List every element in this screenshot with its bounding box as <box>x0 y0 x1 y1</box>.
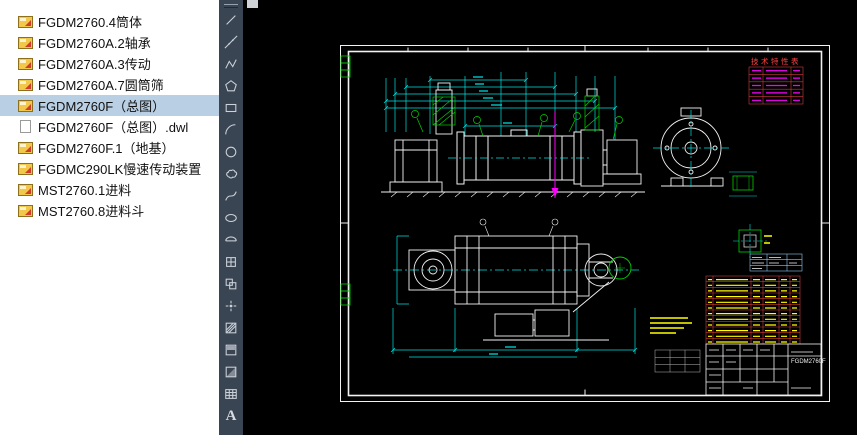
file-label: MST2760.1进料 <box>38 183 132 198</box>
file-label: FGDM2760F（总图） <box>38 99 166 114</box>
dwg-file-icon <box>18 15 33 28</box>
revision-cloud-icon <box>226 169 238 179</box>
cad-drawing: 技术特性表 FGDM2760F <box>340 45 830 402</box>
line-tool[interactable] <box>221 12 241 28</box>
file-label: FGDM2760A.2轴承 <box>38 36 151 51</box>
ellipse-icon <box>225 213 237 223</box>
hatch-tool[interactable] <box>221 320 241 336</box>
table-tool[interactable] <box>221 386 241 402</box>
polyline-icon <box>225 59 237 69</box>
aux-table <box>749 253 803 272</box>
dwg-file-icon <box>18 99 33 112</box>
drive-unit <box>580 88 642 187</box>
table-icon <box>225 389 237 399</box>
feeder <box>435 82 453 135</box>
title-block-number: FGDM2760F <box>791 359 826 365</box>
file-label: FGDM2760.4筒体 <box>38 15 143 30</box>
spec-text-marks <box>752 70 800 101</box>
rectangle-tool[interactable] <box>221 100 241 116</box>
file-list: FGDM2760.4筒体 FGDM2760A.2轴承 FGDM2760A.3传动 FG… <box>0 0 219 435</box>
file-label: FGDM2760F（总图）.dwl <box>38 120 189 135</box>
rectangle-icon <box>225 103 237 113</box>
aux-text-marks <box>752 257 797 269</box>
bom-grid-h <box>706 281 800 339</box>
drawing-canvas[interactable]: 技术特性表 FGDM2760F <box>243 0 857 435</box>
insert-block-tool[interactable] <box>221 254 241 270</box>
file-item[interactable]: FGDM2760A.2轴承 <box>0 32 219 53</box>
file-item[interactable]: MST2760.8进料斗 <box>0 200 219 221</box>
polyline-tool[interactable] <box>221 56 241 72</box>
spline-icon <box>225 191 237 201</box>
detail-b <box>733 224 772 258</box>
file-label: FGDMC290LK慢速传动装置 <box>38 162 202 177</box>
region-icon <box>225 366 237 378</box>
make-block-tool[interactable] <box>221 276 241 292</box>
file-label: FGDM2760A.3传动 <box>38 57 151 72</box>
toolbar-grip[interactable] <box>224 4 238 8</box>
circle-tool[interactable] <box>221 144 241 160</box>
construction-line-icon <box>224 35 238 49</box>
notes-text-marks <box>650 317 692 334</box>
dwg-file-icon <box>18 162 33 175</box>
file-label: MST2760.8进料斗 <box>38 204 145 219</box>
point-icon <box>225 300 237 312</box>
front-view <box>381 72 645 198</box>
dwg-file-icon <box>18 204 33 217</box>
hatch-icon <box>225 322 237 334</box>
file-item[interactable]: FGDM2760F.1（地基） <box>0 137 219 158</box>
file-item[interactable]: FGDM2760F（总图）.dwl <box>0 116 219 137</box>
dwg-file-icon <box>18 57 33 70</box>
file-item[interactable]: FGDM2760F（总图） <box>0 95 219 116</box>
region-tool[interactable] <box>221 364 241 380</box>
revision-cloud-tool[interactable] <box>221 166 241 182</box>
file-item[interactable]: FGDM2760A.7圆筒筛 <box>0 74 219 95</box>
dwg-file-icon <box>18 141 33 154</box>
file-item[interactable]: FGDMC290LK慢速传动装置 <box>0 158 219 179</box>
arc-icon <box>225 124 236 135</box>
spec-table-title: 技术特性表 <box>751 56 801 66</box>
gradient-tool[interactable] <box>221 342 241 358</box>
bom-table <box>705 275 801 345</box>
mill-cylinder <box>456 129 582 185</box>
file-label: FGDM2760A.7圆筒筛 <box>38 78 164 93</box>
construction-line-tool[interactable] <box>221 34 241 50</box>
plain-file-icon <box>20 120 31 133</box>
polygon-tool[interactable] <box>221 78 241 94</box>
stamp-table <box>654 349 701 373</box>
dwg-file-icon <box>18 183 33 196</box>
file-item[interactable]: FGDM2760.4筒体 <box>0 11 219 32</box>
file-item[interactable]: MST2760.1进料 <box>0 179 219 200</box>
arc-tool[interactable] <box>221 122 241 138</box>
line-icon <box>226 15 236 25</box>
spline-tool[interactable] <box>221 188 241 204</box>
insert-block-icon <box>226 257 236 267</box>
section-line <box>551 112 559 198</box>
make-block-icon <box>225 278 237 290</box>
ground-hatch <box>390 191 638 198</box>
ellipse-arc-icon <box>225 236 237 242</box>
draw-toolbar: A <box>219 0 243 435</box>
ground <box>381 191 645 198</box>
file-label: FGDM2760F.1（地基） <box>38 141 175 156</box>
end-view <box>653 107 729 188</box>
plan-view <box>390 218 639 358</box>
title-block: FGDM2760F <box>705 343 826 396</box>
gradient-icon <box>225 344 237 356</box>
file-item[interactable]: FGDM2760A.3传动 <box>0 53 219 74</box>
ellipse-arc-tool[interactable] <box>221 232 241 248</box>
plan-balloons <box>479 218 559 237</box>
ellipse-tool[interactable] <box>221 210 241 226</box>
point-tool[interactable] <box>221 298 241 314</box>
polygon-icon <box>225 80 237 92</box>
spec-table: 技术特性表 <box>748 56 804 105</box>
left-bearing <box>389 139 443 193</box>
mtext-tool[interactable]: A <box>221 408 241 424</box>
dwg-file-icon <box>18 36 33 49</box>
circle-icon <box>225 146 237 158</box>
dwg-file-icon <box>18 78 33 91</box>
detail-a <box>729 171 757 197</box>
app-window: FGDM2760.4筒体 FGDM2760A.2轴承 FGDM2760A.3传动 FG… <box>0 0 857 435</box>
